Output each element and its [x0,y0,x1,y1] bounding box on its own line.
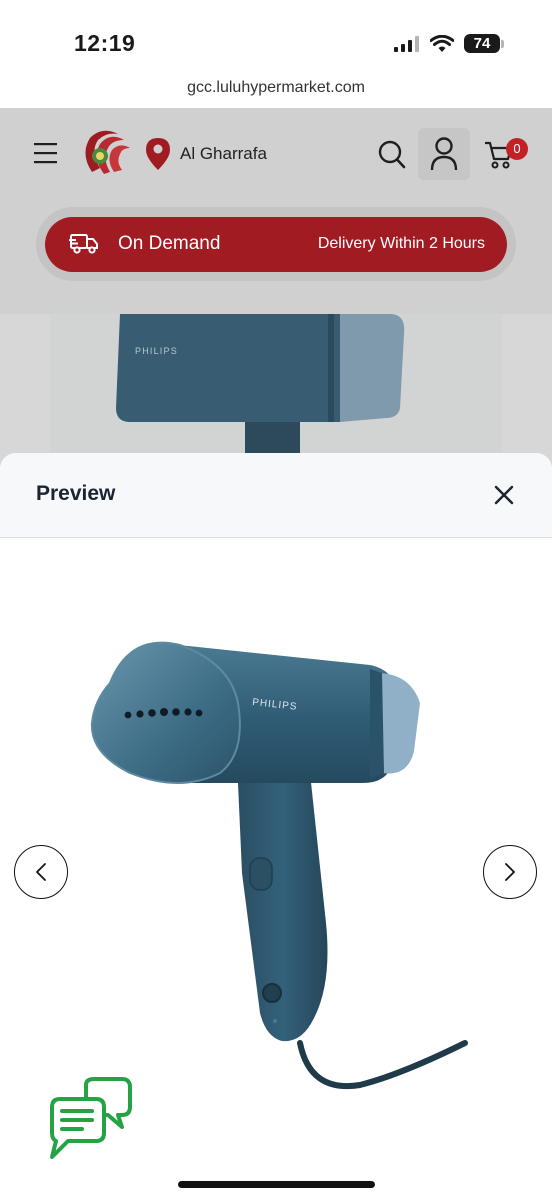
status-time: 12:19 [74,30,136,56]
url-bar[interactable]: gcc.luluhypermarket.com [0,72,552,108]
battery-tip [501,39,504,48]
cart-count-badge: 0 [506,138,528,160]
location-text: Al Gharrafa [180,144,267,163]
battery-level: 74 [464,34,500,53]
user-icon [430,137,458,171]
status-icons: 74 [394,34,504,53]
account-button[interactable] [418,128,470,180]
on-demand-banner[interactable]: On Demand Delivery Within 2 Hours [45,217,507,272]
background-product-image: PHILIPS [116,314,405,474]
on-demand-title: On Demand [118,233,221,254]
chat-icon[interactable] [46,1077,134,1161]
preview-title: Preview [36,482,116,505]
location-selector[interactable]: Al Gharrafa [146,138,267,170]
background-product-brand: PHILIPS [135,346,178,356]
next-image-button[interactable] [483,845,537,899]
preview-header: Preview [0,453,552,538]
status-bar: 12:19 74 [0,0,552,72]
lulu-logo[interactable] [78,128,132,178]
signal-icon [394,35,419,52]
background-product-card: PHILIPS [50,314,502,474]
on-demand-subtitle: Delivery Within 2 Hours [317,235,485,252]
previous-image-button[interactable] [14,845,68,899]
wifi-icon [430,34,454,52]
delivery-truck-icon [69,234,98,254]
background-product-area: PHILIPS [0,314,552,474]
battery-indicator: 74 [464,34,504,53]
preview-sheet: Preview PHILIPS [0,453,552,1200]
site-header: Al Gharrafa 0 On Demand Delivery Within … [0,108,552,314]
chevron-left-icon [36,863,46,881]
product-image: PHILIPS [90,641,468,1090]
search-icon[interactable] [378,140,406,170]
menu-icon[interactable] [34,142,58,164]
close-icon[interactable] [490,481,518,509]
home-indicator [178,1181,375,1188]
chevron-right-icon [505,863,515,881]
location-pin-icon [146,138,170,170]
